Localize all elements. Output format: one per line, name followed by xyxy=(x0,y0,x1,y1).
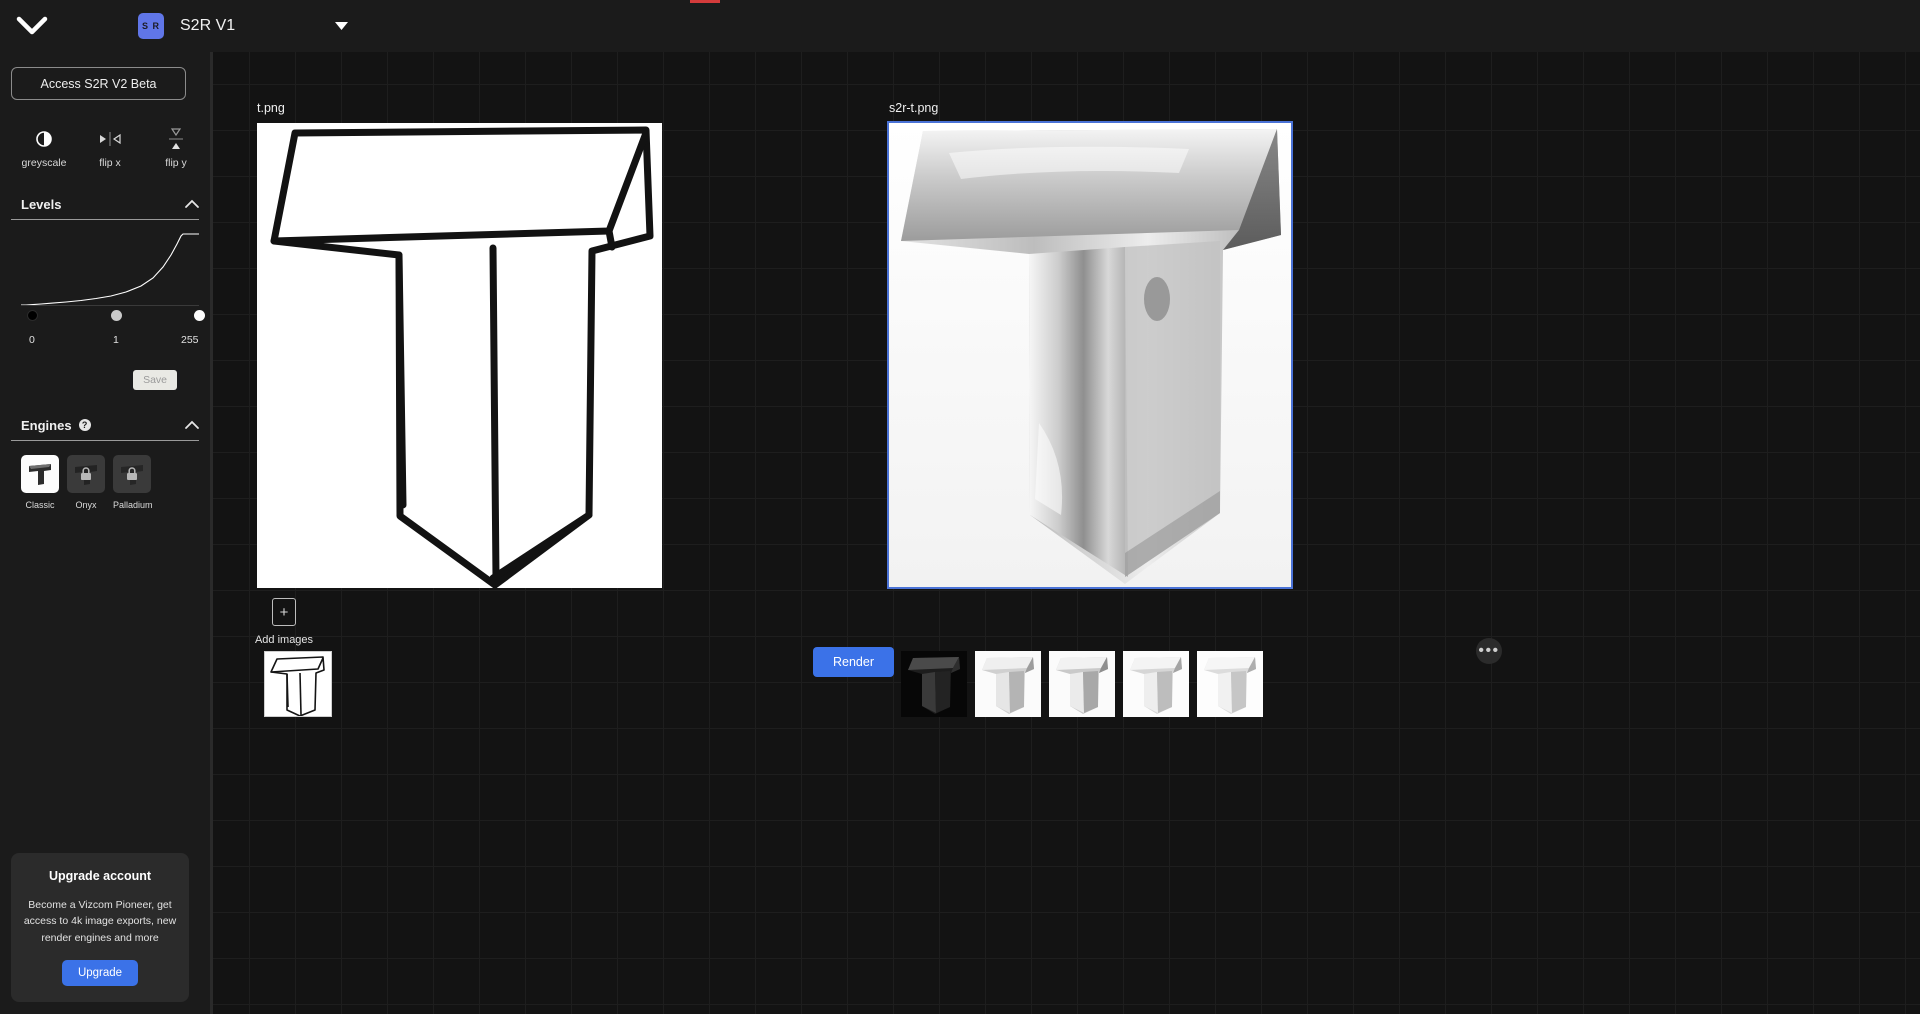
result-image-caption: s2r-t.png xyxy=(889,101,939,115)
brand-badge: S R xyxy=(138,13,164,39)
engine-thumbnail xyxy=(21,455,59,493)
chevron-up-icon[interactable] xyxy=(185,195,199,213)
engines-section-header[interactable]: Engines ? xyxy=(11,416,199,441)
engine-label: Classic xyxy=(25,500,55,510)
tool-greyscale[interactable]: greyscale xyxy=(21,128,67,169)
levels-gamma-value: 1 xyxy=(113,334,119,346)
render-thumbnail-light xyxy=(975,651,1041,717)
render-thumbnail-light xyxy=(1123,651,1189,717)
levels-section-header[interactable]: Levels xyxy=(11,195,199,220)
plus-in-box-icon: + xyxy=(272,598,296,626)
canvas-left-edge xyxy=(211,52,213,1014)
render-button[interactable]: Render xyxy=(813,647,894,677)
engines-title: Engines xyxy=(21,417,72,433)
document-title: S2R V1 xyxy=(180,17,236,34)
access-beta-button[interactable]: Access S2R V2 Beta xyxy=(11,67,186,100)
chevron-up-icon[interactable] xyxy=(185,416,199,434)
engine-preview-dark-t-icon xyxy=(29,464,51,485)
engine-list: Classic Onyx Palladium xyxy=(21,455,189,510)
add-images-button[interactable]: + Add images xyxy=(252,598,316,646)
levels-white-value: 255 xyxy=(181,334,199,346)
rendered-metal-letter-t xyxy=(889,123,1291,587)
canvas-overflow-menu[interactable]: ••• xyxy=(1476,638,1502,664)
render-results-strip xyxy=(901,651,1263,717)
tool-flip-x[interactable]: flip x xyxy=(87,128,133,169)
histogram-plot xyxy=(21,233,199,306)
question-mark-icon[interactable]: ? xyxy=(78,419,91,431)
levels-save-button[interactable]: Save xyxy=(133,370,177,390)
engines-body: Classic Onyx Palladium xyxy=(11,441,199,510)
render-thumbnail-light xyxy=(1197,651,1263,717)
tool-label: flip x xyxy=(99,157,121,169)
engine-thumbnail xyxy=(113,455,151,493)
upgrade-body-text: Become a Vizcom Pioneer, get access to 4… xyxy=(23,899,177,944)
sketch-letter-t-drawing xyxy=(270,126,654,588)
render-thumb-3[interactable] xyxy=(1049,651,1115,717)
upgrade-heading: Upgrade account xyxy=(48,869,152,884)
ellipsis-icon: ••• xyxy=(1478,642,1500,659)
source-image-caption: t.png xyxy=(257,101,285,115)
image-tools: greyscale flip x flip y xyxy=(11,128,199,169)
chevron-down-icon xyxy=(16,16,48,35)
tool-label: flip y xyxy=(165,157,187,169)
levels-slider-labels: 0 1 255 xyxy=(21,334,199,352)
app-root: S R S2R V1 Access S2R V2 Beta greyscale … xyxy=(0,0,1920,1014)
top-bar: S R S2R V1 xyxy=(0,0,1920,52)
render-thumbnail-light xyxy=(1049,651,1115,717)
render-thumb-5[interactable] xyxy=(1197,651,1263,717)
lock-icon xyxy=(81,467,91,480)
render-thumbnail-dark xyxy=(901,651,967,717)
source-image-frame[interactable] xyxy=(257,123,662,588)
home-chevron-button[interactable] xyxy=(0,0,64,52)
engine-palladium[interactable]: Palladium xyxy=(113,455,153,510)
left-sidebar: Access S2R V2 Beta greyscale flip x flip… xyxy=(0,52,211,1014)
engine-label: Palladium xyxy=(113,500,153,510)
tool-flip-y[interactable]: flip y xyxy=(153,128,199,169)
engine-onyx[interactable]: Onyx xyxy=(67,455,105,510)
levels-histogram xyxy=(21,233,199,306)
levels-black-knob[interactable] xyxy=(27,310,38,321)
source-thumbnail-sketch xyxy=(265,652,331,716)
render-thumb-2[interactable] xyxy=(975,651,1041,717)
add-images-label: Add images xyxy=(254,634,314,646)
levels-gamma-knob[interactable] xyxy=(111,310,122,321)
engine-classic[interactable]: Classic xyxy=(21,455,59,510)
recording-indicator xyxy=(690,0,720,3)
levels-black-value: 0 xyxy=(29,334,35,346)
caret-down-icon xyxy=(334,22,348,30)
levels-save-row: Save xyxy=(21,370,189,390)
source-thumbnail[interactable] xyxy=(264,651,332,717)
engine-label: Onyx xyxy=(75,500,97,510)
document-menu-caret[interactable] xyxy=(333,18,349,34)
tool-label: greyscale xyxy=(21,157,67,169)
render-thumb-4[interactable] xyxy=(1123,651,1189,717)
levels-body: 0 1 255 Save xyxy=(11,233,205,390)
source-image-card: t.png xyxy=(257,101,662,588)
workspace: Access S2R V2 Beta greyscale flip x flip… xyxy=(0,52,1920,1014)
flip-vertical-icon xyxy=(169,128,183,150)
engine-thumbnail xyxy=(67,455,105,493)
lock-icon xyxy=(127,467,137,480)
canvas-area[interactable]: t.png s2r-t.png + Add images Render ••• xyxy=(211,52,1920,1014)
upgrade-button[interactable]: Upgrade xyxy=(61,960,139,986)
levels-white-knob[interactable] xyxy=(194,310,205,321)
contrast-half-circle-icon xyxy=(36,128,52,150)
result-image-frame[interactable] xyxy=(887,121,1293,589)
render-thumb-1[interactable] xyxy=(901,651,967,717)
flip-horizontal-icon xyxy=(99,128,121,150)
upgrade-account-card: Upgrade account Become a Vizcom Pioneer,… xyxy=(11,853,189,1002)
levels-title: Levels xyxy=(21,196,62,212)
levels-slider[interactable] xyxy=(21,308,205,334)
result-image-card: s2r-t.png xyxy=(887,101,1293,589)
